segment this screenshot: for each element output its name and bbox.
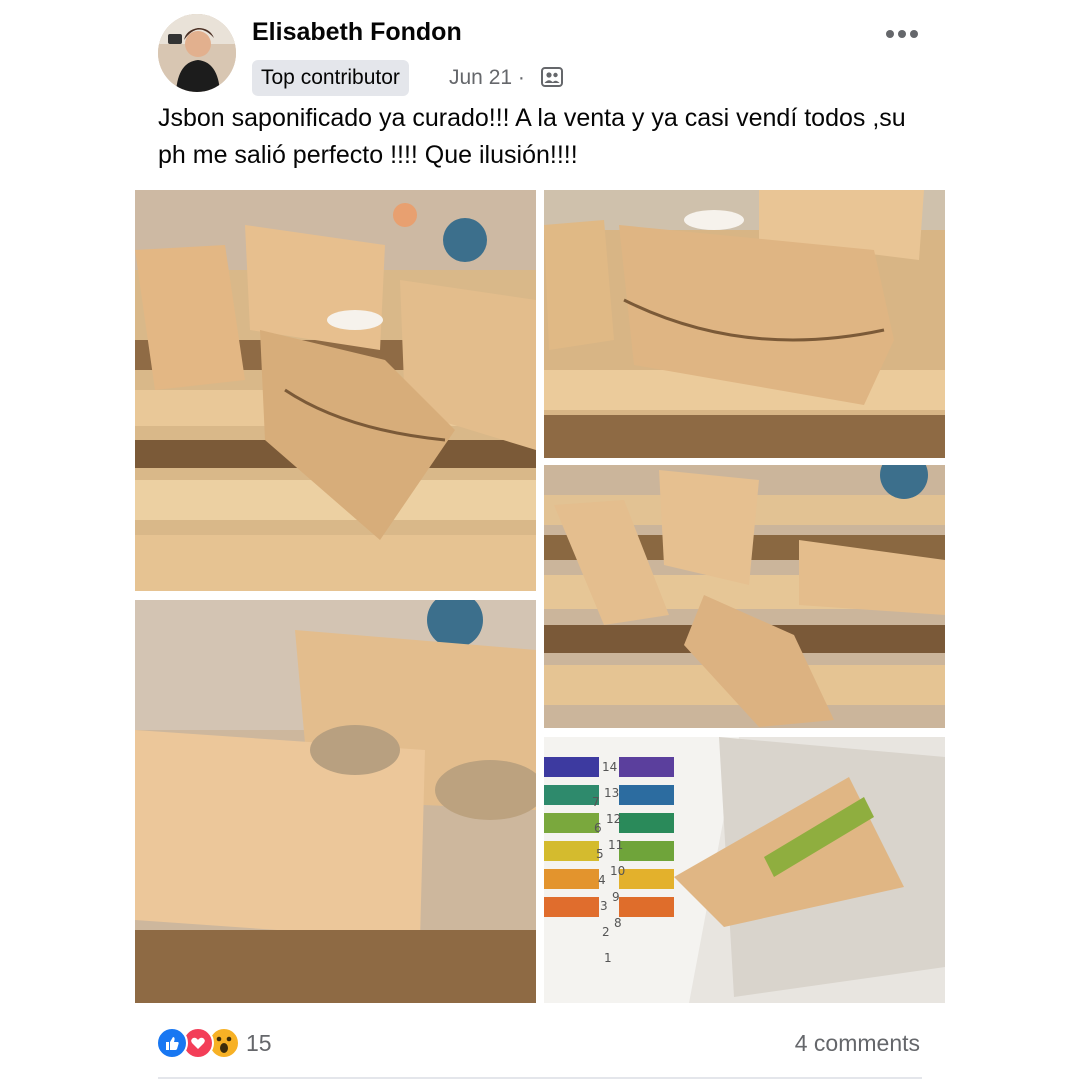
- reactions-summary[interactable]: 15: [156, 1024, 272, 1062]
- ph-scale-top-label: 12: [606, 812, 621, 826]
- photo-soap-bars-on-rack[interactable]: [135, 190, 536, 591]
- ph-scale-top-label: 14: [602, 760, 617, 774]
- ph-scale-top-label: 11: [608, 838, 623, 852]
- post-text: Jsbon saponificado ya curado!!! A la ven…: [158, 104, 906, 169]
- ph-scale-bottom-label: 6: [594, 821, 602, 835]
- comments-count-link[interactable]: 4 comments: [795, 1024, 920, 1062]
- more-options-button[interactable]: [876, 20, 928, 48]
- avatar[interactable]: [158, 14, 236, 92]
- reaction-count[interactable]: 15: [246, 1030, 272, 1057]
- photo-soap-bars-scattered[interactable]: [544, 465, 945, 728]
- divider: [158, 1077, 922, 1079]
- author-name[interactable]: Elisabeth Fondon: [252, 14, 462, 50]
- top-contributor-badge[interactable]: Top contributor: [252, 60, 409, 96]
- ph-scale-bottom-label: 4: [598, 873, 606, 887]
- ph-scale-bottom-label: 3: [600, 899, 608, 913]
- ph-scale-bottom-label: 7: [592, 795, 600, 809]
- photo-ph-test-strip[interactable]: 8910111213141234567: [544, 737, 945, 1003]
- post-timestamp[interactable]: Jun 21 ·: [449, 60, 525, 96]
- ph-scale-bottom-label: 1: [604, 951, 612, 965]
- like-reaction-icon: [156, 1027, 188, 1059]
- photo-wrapped-soap-closeup[interactable]: [544, 190, 945, 458]
- ph-scale-top-label: 9: [612, 890, 620, 904]
- ph-scale-top-label: 8: [614, 916, 622, 930]
- ph-scale-top-label: 13: [604, 786, 619, 800]
- ph-scale-top-label: 10: [610, 864, 625, 878]
- photo-soap-oat-topping[interactable]: [135, 600, 536, 1003]
- more-dots-icon: [886, 30, 918, 38]
- friends-icon[interactable]: [541, 66, 563, 93]
- ph-scale-bottom-label: 2: [602, 925, 610, 939]
- ph-scale-bottom-label: 5: [596, 847, 604, 861]
- profile-picture: [158, 14, 236, 92]
